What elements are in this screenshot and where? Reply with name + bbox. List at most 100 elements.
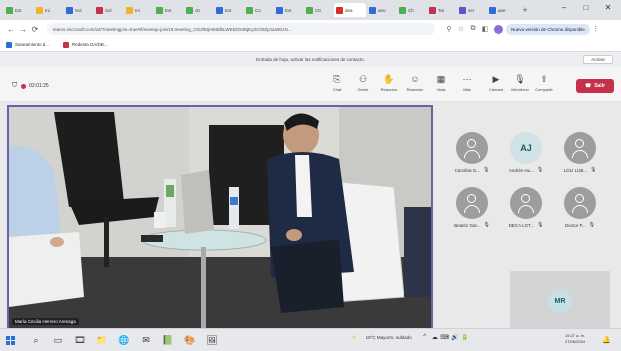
raise-hand-button[interactable]: ✋ Reaccion — [376, 74, 402, 92]
keyboard-icon[interactable]: ⌨ — [440, 334, 450, 341]
tab-favicon-icon — [6, 6, 13, 14]
photos-icon[interactable]: 🖼 — [201, 335, 223, 346]
camera-icon: ▶ — [492, 74, 500, 84]
browser-tab[interactable]: ctt — [184, 3, 213, 17]
translate-icon[interactable]: ⚲ — [443, 25, 455, 33]
update-chrome-button[interactable]: Nueva versión de Chrome disponible — [506, 23, 590, 35]
participant-avatar: AJ — [510, 132, 542, 164]
taskbar-search-icon[interactable]: ⌕ — [25, 335, 47, 346]
browser-tab[interactable]: Ini — [124, 3, 153, 17]
participant-name: Andrés Hu... 🎙 — [508, 167, 544, 173]
meeting-tools: ⎘ Chat ⚇ Gente ✋ Reaccion ☺ Reacción ▦ Vista ⋯ Más — [324, 74, 480, 92]
raise-hand-label: Reaccion — [380, 87, 398, 92]
task-view-icon[interactable]: ▭ — [47, 335, 69, 346]
show-hidden-icon[interactable]: ^ — [420, 334, 430, 341]
mail-icon[interactable]: ✉ — [135, 335, 157, 346]
volume-icon[interactable]: 🔊 — [450, 334, 460, 341]
participant-tile[interactable]: Doctor F... 🎙 — [554, 187, 606, 231]
browser-tab[interactable]: Ini — [34, 3, 63, 17]
tab-label: Tar — [438, 7, 445, 13]
browser-tab-strip: Ext Ini Sol Sol Ini Ext ctt Ext Co Ext Ctt dea aeu Ch… — [0, 0, 621, 20]
reactions-button[interactable]: ☺ Reacción — [402, 74, 428, 92]
browser-tab[interactable]: Co — [244, 3, 273, 17]
tab-label: Ext — [225, 7, 232, 13]
side-panel-icon[interactable]: ◧ — [479, 25, 491, 33]
participant-tile[interactable]: AJ Andrés Hu... 🎙 — [500, 132, 552, 176]
chat-label: Chat — [332, 87, 342, 92]
browser-tab[interactable]: aee — [487, 3, 516, 17]
notifications-bell-icon[interactable]: 🔔 — [602, 336, 611, 344]
tab-favicon-icon — [96, 6, 103, 14]
people-button[interactable]: ⚇ Gente — [350, 74, 376, 92]
shield-icon[interactable]: ⛉ — [12, 82, 17, 90]
person-icon — [456, 132, 488, 164]
more-label: Más — [463, 87, 471, 92]
share-button[interactable]: ⇪ Compartir — [532, 74, 556, 92]
browser-tab[interactable]: Ch — [397, 3, 426, 17]
onedrive-icon[interactable]: ☁ — [430, 334, 440, 341]
speaker-video[interactable]: María Cecilia Herrero Arenaga — [7, 105, 433, 330]
participant-name: Beatriz Gar... 🎙 — [454, 222, 490, 228]
notification-bar: Entrada de hoja, activar las notificacio… — [0, 52, 621, 67]
view-button[interactable]: ▦ Vista — [428, 74, 454, 92]
browser-tab[interactable]: Ext — [274, 3, 303, 17]
new-tab-button[interactable]: + — [520, 5, 530, 15]
browser-tab[interactable]: dea — [334, 3, 366, 17]
excel-icon[interactable]: 📗 — [157, 335, 179, 346]
taskbar-clock[interactable]: 19:27 a. m. 27/06/2024 — [565, 333, 585, 345]
paint-icon[interactable]: 🎨 — [179, 335, 201, 346]
camera-button[interactable]: ▶ Cámara — [484, 74, 508, 92]
bookmark-item[interactable]: Saneamiento d... — [6, 41, 49, 48]
window-controls: – □ ✕ — [553, 3, 619, 12]
browser-tab[interactable]: ser — [457, 3, 486, 17]
extensions-icon[interactable]: ⧉ — [467, 25, 479, 33]
participant-name: DECA LGT... 🎙 — [508, 222, 544, 228]
mic-icon: 🎙 — [588, 222, 595, 228]
participant-tile[interactable]: LOLI LUB... 🎙 — [554, 132, 606, 176]
url-input[interactable]: teams.microsoft.com/v2/?meetingjoin=true… — [47, 23, 435, 35]
address-bar-row: ← → ⟳ teams.microsoft.com/v2/?meetingjoi… — [0, 20, 621, 38]
chat-button[interactable]: ⎘ Chat — [324, 74, 350, 92]
browser-tab[interactable]: Ext — [154, 3, 183, 17]
tab-list: Ext Ini Sol Sol Ini Ext ctt Ext Co Ext Ctt dea aeu Ch… — [4, 3, 517, 17]
leave-button[interactable]: ☎ Salir — [576, 79, 614, 93]
browser-menu-icon[interactable]: ⋮ — [590, 25, 602, 33]
bookmark-item[interactable]: Redesta DA/DB... — [63, 41, 108, 48]
browser-tab[interactable]: Sol — [64, 3, 93, 17]
meeting-stage: María Cecilia Herrero Arenaga Carolina G… — [0, 102, 621, 331]
self-view-tile[interactable]: MR — [510, 271, 610, 331]
mic-icon: 🎙 — [537, 222, 544, 228]
meeting-toolbar: ⛉ 02:01:25 ⎘ Chat ⚇ Gente ✋ Reaccion ☺ Reacción… — [0, 67, 621, 102]
participant-tile[interactable]: Beatriz Gar... 🎙 — [446, 187, 498, 231]
more-button[interactable]: ⋯ Más — [454, 74, 480, 92]
back-button[interactable]: ← — [5, 25, 17, 34]
browser-tab[interactable]: Sol — [94, 3, 123, 17]
bookmark-star-icon[interactable]: ☆ — [455, 25, 467, 33]
reactions-icon: ☺ — [410, 74, 420, 84]
browser-icon[interactable]: 🌐 — [113, 335, 135, 346]
minimize-button[interactable]: – — [553, 3, 575, 12]
close-window-button[interactable]: ✕ — [597, 3, 619, 12]
activate-notifications-button[interactable]: Activar — [583, 55, 613, 64]
browser-tab[interactable]: Ctt — [304, 3, 333, 17]
file-explorer-icon[interactable]: 📁 — [91, 335, 113, 346]
browser-tab[interactable]: Ext — [214, 3, 243, 17]
maximize-button[interactable]: □ — [575, 3, 597, 12]
weather-icon[interactable]: ⛅ — [352, 335, 358, 341]
profile-avatar[interactable] — [494, 24, 503, 34]
browser-tab[interactable]: aeu — [367, 3, 396, 17]
browser-tab[interactable]: Ext — [4, 3, 33, 17]
more-icon: ⋯ — [462, 74, 472, 84]
participant-tile[interactable]: DECA LGT... 🎙 — [500, 187, 552, 231]
bookmark-favicon-icon — [6, 41, 12, 48]
participant-tile[interactable]: Carolina G... 🎙 — [446, 132, 498, 176]
media-icon[interactable]: 🎞 — [69, 335, 91, 346]
battery-icon[interactable]: 🔋 — [460, 334, 470, 341]
windows-start-icon[interactable] — [6, 335, 15, 345]
weather-text[interactable]: 19°C Mayorm. nublado — [366, 335, 412, 340]
tab-favicon-icon — [66, 6, 73, 14]
reload-button[interactable]: ⟳ — [29, 25, 41, 34]
microphone-button[interactable]: 🎙 Micrófono — [508, 74, 532, 92]
forward-button[interactable]: → — [17, 25, 29, 34]
browser-tab[interactable]: Tar — [427, 3, 456, 17]
